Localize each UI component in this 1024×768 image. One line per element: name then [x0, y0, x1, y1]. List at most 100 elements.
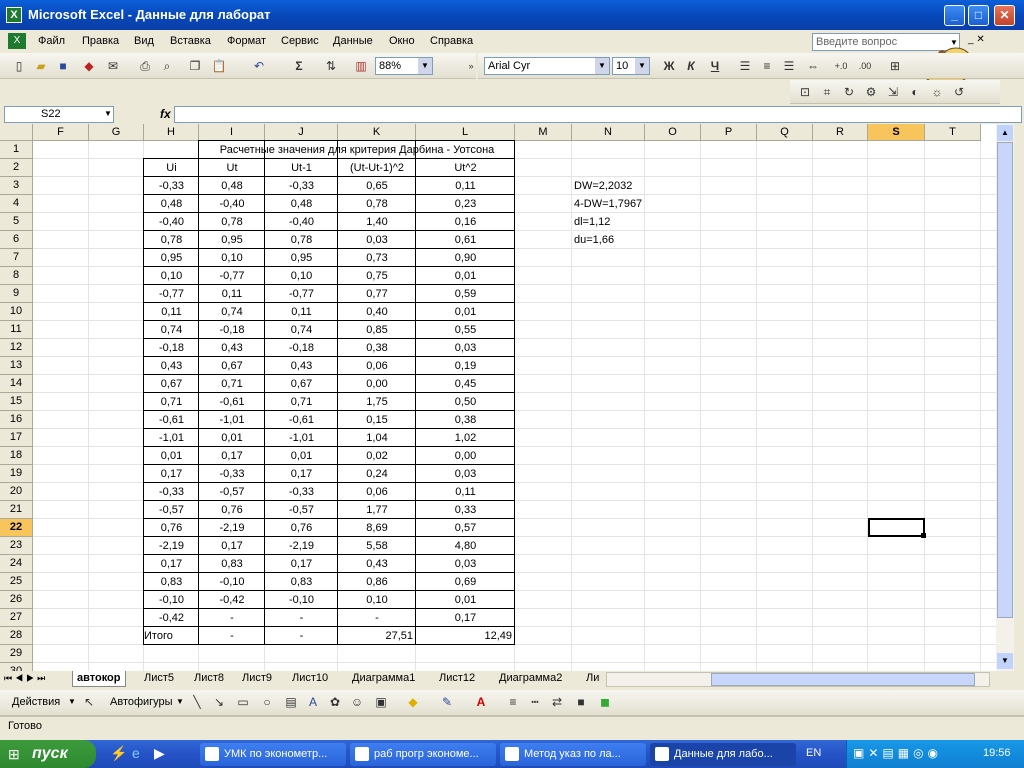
column-header-T[interactable]: T — [925, 124, 981, 141]
autoshapes-button[interactable]: Автофигуры — [110, 696, 173, 708]
row-header-1[interactable]: 1 — [0, 141, 33, 159]
menu-edit[interactable]: Правка — [82, 35, 119, 47]
tab-list5[interactable]: Лист5 — [140, 671, 178, 687]
tab-list8[interactable]: Лист8 — [190, 671, 228, 687]
row-header-23[interactable]: 23 — [0, 537, 33, 555]
oval-icon[interactable]: ○ — [258, 693, 276, 711]
row-header-17[interactable]: 17 — [0, 429, 33, 447]
row-header-7[interactable]: 7 — [0, 249, 33, 267]
row-header-26[interactable]: 26 — [0, 591, 33, 609]
scroll-down-icon[interactable]: ▼ — [997, 653, 1013, 669]
diagram-icon[interactable]: ✿ — [326, 693, 344, 711]
horizontal-scrollbar[interactable] — [606, 672, 990, 687]
menu-view[interactable]: Вид — [134, 35, 154, 47]
scroll-thumb[interactable] — [997, 142, 1013, 618]
menu-data[interactable]: Данные — [333, 35, 373, 47]
task-rab-progr[interactable]: раб прогр экономе... — [350, 743, 496, 766]
tab-autokor[interactable]: автокор — [72, 671, 126, 687]
row-header-20[interactable]: 20 — [0, 483, 33, 501]
3d-icon[interactable]: ◼ — [596, 693, 614, 711]
ie-icon[interactable]: e — [132, 745, 140, 761]
reset-picture-icon[interactable]: ↺ — [950, 83, 968, 101]
decrease-decimal-icon[interactable]: .00 — [856, 57, 874, 75]
wordart-icon[interactable]: A — [304, 693, 322, 711]
tab-diagram1[interactable]: Диаграмма1 — [348, 671, 419, 687]
column-header-P[interactable]: P — [701, 124, 757, 141]
column-header-S[interactable]: S — [868, 124, 925, 141]
column-header-M[interactable]: M — [515, 124, 572, 141]
save-icon[interactable]: ■ — [54, 57, 72, 75]
autosum-icon[interactable]: Σ — [290, 57, 308, 75]
row-header-6[interactable]: 6 — [0, 231, 33, 249]
font-color-icon[interactable]: A — [472, 693, 490, 711]
menu-file[interactable]: Файл — [38, 35, 65, 47]
column-header-I[interactable]: I — [199, 124, 265, 141]
task-umk[interactable]: УМК по эконометр... — [200, 743, 346, 766]
zoom-select[interactable]: 88% ▼ — [375, 57, 433, 75]
tab-truncated[interactable]: Ли — [582, 671, 603, 687]
crop-icon[interactable]: ⌗ — [818, 83, 836, 101]
align-left-icon[interactable]: ☰ — [736, 57, 754, 75]
selected-cell-S22[interactable] — [868, 518, 925, 537]
column-header-L[interactable]: L — [416, 124, 515, 141]
close-button[interactable]: ✕ — [994, 5, 1015, 26]
column-header-Q[interactable]: Q — [757, 124, 813, 141]
row-header-28[interactable]: 28 — [0, 627, 33, 645]
column-header-K[interactable]: K — [338, 124, 416, 141]
name-box-dropdown-icon[interactable]: ▼ — [104, 109, 112, 118]
row-header-5[interactable]: 5 — [0, 213, 33, 231]
row-header-21[interactable]: 21 — [0, 501, 33, 519]
print-icon[interactable]: ⎙ — [136, 57, 154, 75]
tray-icons[interactable]: ▣✕▤▦◎◉ — [853, 746, 942, 760]
task-metod[interactable]: Метод указ по ла... — [500, 743, 646, 766]
vertical-scrollbar[interactable]: ▲ ▼ — [996, 124, 1014, 671]
maximize-button[interactable]: □ — [968, 5, 989, 26]
italic-button[interactable]: К — [682, 57, 700, 75]
row-header-9[interactable]: 9 — [0, 285, 33, 303]
row-header-25[interactable]: 25 — [0, 573, 33, 591]
merge-center-icon[interactable]: ⇔ — [804, 57, 822, 75]
name-box[interactable]: S22 — [4, 106, 114, 123]
row-header-4[interactable]: 4 — [0, 195, 33, 213]
hscroll-thumb[interactable] — [711, 673, 975, 686]
formula-input[interactable] — [174, 106, 1022, 123]
textbox-icon[interactable]: ▤ — [282, 693, 300, 711]
row-header-16[interactable]: 16 — [0, 411, 33, 429]
bold-button[interactable]: Ж — [660, 57, 678, 75]
language-indicator[interactable]: EN — [806, 747, 821, 759]
row-header-22[interactable]: 22 — [0, 519, 33, 537]
menu-window[interactable]: Окно — [389, 35, 415, 47]
format-picture-icon[interactable]: ⚙ — [862, 83, 880, 101]
fill-handle[interactable] — [921, 533, 926, 538]
column-header-F[interactable]: F — [33, 124, 89, 141]
row-header-8[interactable]: 8 — [0, 267, 33, 285]
row-header-18[interactable]: 18 — [0, 447, 33, 465]
brightness-icon[interactable]: ☼ — [928, 83, 946, 101]
paste-icon[interactable]: 📋 — [210, 57, 228, 75]
font-select[interactable]: Arial Cyr ▼ — [484, 57, 610, 75]
media-player-icon[interactable]: ▶ — [154, 745, 165, 762]
menu-format[interactable]: Формат — [227, 35, 266, 47]
select-all-corner[interactable] — [0, 124, 33, 141]
align-right-icon[interactable]: ☰ — [780, 57, 798, 75]
quicklaunch-icon[interactable]: ⚡ — [110, 745, 127, 762]
tab-list10[interactable]: Лист10 — [288, 671, 332, 687]
clipart-icon[interactable]: ☺ — [348, 693, 366, 711]
minimize-button[interactable]: _ — [944, 5, 965, 26]
column-header-R[interactable]: R — [813, 124, 868, 141]
menu-tools[interactable]: Сервис — [281, 35, 319, 47]
permission-icon[interactable]: ◆ — [80, 57, 98, 75]
row-header-30[interactable]: 30 — [0, 663, 33, 671]
compress-icon[interactable]: ⇲ — [884, 83, 902, 101]
row-header-13[interactable]: 13 — [0, 357, 33, 375]
borders-icon[interactable]: ⊞ — [886, 57, 904, 75]
row-header-11[interactable]: 11 — [0, 321, 33, 339]
align-center-icon[interactable]: ≡ — [758, 57, 776, 75]
line-style-icon[interactable]: ≡ — [504, 693, 522, 711]
line-color-icon[interactable]: ✎ — [438, 693, 456, 711]
print-preview-icon[interactable]: ⌕ — [158, 57, 176, 75]
row-header-14[interactable]: 14 — [0, 375, 33, 393]
column-header-H[interactable]: H — [144, 124, 199, 141]
underline-button[interactable]: Ч — [706, 57, 724, 75]
font-size-select[interactable]: 10 ▼ — [612, 57, 650, 75]
